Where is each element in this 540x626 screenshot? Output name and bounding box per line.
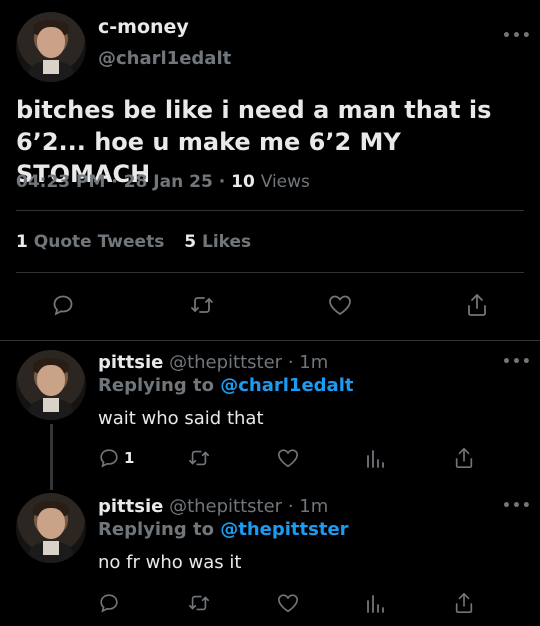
tweet-stats: 1 Quote Tweets 5 Likes <box>16 232 251 252</box>
meta-separator: · <box>111 172 118 192</box>
reply-time[interactable]: 1m <box>299 352 328 373</box>
quote-label: Quote Tweets <box>33 232 165 252</box>
reply-button[interactable]: 1 <box>98 447 134 469</box>
reply-time[interactable]: 1m <box>299 496 328 517</box>
like-button[interactable] <box>327 293 353 317</box>
reply-icon <box>100 449 118 468</box>
more-icon[interactable]: ••• <box>502 354 532 370</box>
like-button[interactable] <box>276 447 300 469</box>
share-button[interactable] <box>453 446 475 470</box>
quote-count: 1 <box>16 232 28 252</box>
analytics-icon <box>367 450 384 468</box>
share-icon <box>468 294 486 316</box>
reply-text: no fr who was it <box>98 552 242 573</box>
reply-separator: · <box>287 352 294 373</box>
reply-text: wait who said that <box>98 408 264 429</box>
share-button[interactable] <box>465 292 489 318</box>
retweet-icon <box>189 595 209 611</box>
replying-to-handle[interactable]: @charl1edalt <box>220 375 353 396</box>
heart-icon <box>329 295 351 316</box>
reply-header: pittsie @thepittster · 1m <box>98 352 328 373</box>
author-avatar[interactable] <box>16 12 86 82</box>
quote-tweets-link[interactable]: 1 Quote Tweets <box>16 232 170 252</box>
retweet-icon <box>191 297 213 313</box>
share-icon <box>455 593 473 613</box>
reply-avatar[interactable] <box>16 350 86 420</box>
retweet-button[interactable] <box>189 293 215 317</box>
divider <box>16 272 524 273</box>
divider <box>16 210 524 211</box>
heart-icon <box>278 449 298 468</box>
thread-line <box>50 424 53 490</box>
analytics-icon <box>367 595 384 613</box>
meta-separator: · <box>218 172 226 192</box>
like-button[interactable] <box>276 592 300 614</box>
tweet-meta: 04:23 PM · 28 Jan 25 · 10 Views <box>16 172 310 192</box>
retweet-icon <box>189 450 209 466</box>
author-display-name[interactable]: c-money <box>98 16 189 38</box>
reply-icon <box>53 295 73 316</box>
author-handle[interactable]: @charl1edalt <box>98 48 231 69</box>
likes-link[interactable]: 5 Likes <box>184 232 251 252</box>
replying-to-label: Replying to <box>98 519 214 540</box>
analytics-button[interactable] <box>365 447 385 469</box>
tweet-time[interactable]: 04:23 PM <box>16 172 105 192</box>
more-icon[interactable]: ••• <box>502 28 532 44</box>
retweet-button[interactable] <box>187 447 211 469</box>
reply-handle[interactable]: @thepittster <box>169 352 282 373</box>
views-label: Views <box>260 172 310 192</box>
reply-display-name[interactable]: pittsie <box>98 496 163 517</box>
divider <box>0 340 540 341</box>
likes-label: Likes <box>202 232 252 252</box>
reply-icon <box>100 594 118 613</box>
replying-to: Replying to @charl1edalt <box>98 375 353 396</box>
reply-display-name[interactable]: pittsie <box>98 352 163 373</box>
analytics-button[interactable] <box>365 592 385 614</box>
replying-to-handle[interactable]: @thepittster <box>220 519 348 540</box>
reply-separator: · <box>287 496 294 517</box>
heart-icon <box>278 594 298 613</box>
share-button[interactable] <box>453 591 475 615</box>
reply-button[interactable] <box>51 293 75 317</box>
reply-header: pittsie @thepittster · 1m <box>98 496 328 517</box>
likes-count: 5 <box>184 232 197 252</box>
reply-count: 1 <box>124 449 135 467</box>
replying-to-label: Replying to <box>98 375 214 396</box>
reply-handle[interactable]: @thepittster <box>169 496 282 517</box>
views-count: 10 <box>231 172 255 192</box>
more-icon[interactable]: ••• <box>502 498 532 514</box>
reply-avatar[interactable] <box>16 493 86 563</box>
share-icon <box>455 448 473 468</box>
retweet-button[interactable] <box>187 592 211 614</box>
tweet-date[interactable]: 28 Jan 25 <box>124 172 213 192</box>
reply-button[interactable] <box>98 592 120 614</box>
replying-to: Replying to @thepittster <box>98 519 349 540</box>
